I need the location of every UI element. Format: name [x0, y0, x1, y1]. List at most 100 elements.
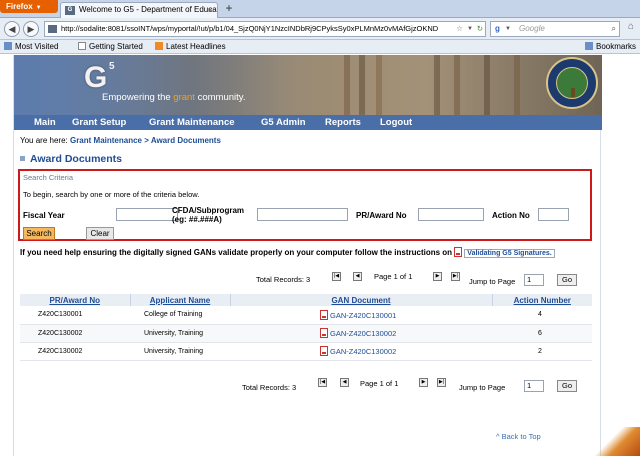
- fiscal-year-label: Fiscal Year: [23, 211, 65, 220]
- seal-inner: [556, 67, 588, 99]
- g5-favicon-icon: G: [65, 6, 75, 15]
- pr-award-input[interactable]: [418, 208, 484, 221]
- cfda-input[interactable]: [257, 208, 348, 221]
- gans-notice: If you need help ensuring the digitally …: [20, 247, 555, 258]
- firefox-menu-button[interactable]: Firefox ▼: [0, 0, 58, 13]
- search-button[interactable]: Search: [23, 227, 55, 240]
- pdf-icon: [320, 309, 328, 320]
- validating-signatures-link[interactable]: Validating G5 Signatures.: [464, 249, 555, 258]
- search-instructions: To begin, search by one or more of the c…: [23, 190, 200, 199]
- fiscal-year-input[interactable]: [116, 208, 178, 221]
- jump-page-input-bottom[interactable]: 1: [524, 380, 544, 392]
- menu-reports[interactable]: Reports: [325, 115, 361, 130]
- pr-award-label: PR/Award No: [356, 211, 407, 220]
- banner-overlay: [14, 55, 314, 115]
- menu-logout[interactable]: Logout: [380, 115, 412, 130]
- tagline-highlight: grant: [173, 92, 195, 103]
- gan-document-link[interactable]: GAN-Z420C130002: [330, 347, 396, 356]
- first-page-icon[interactable]: |◀: [332, 272, 341, 281]
- cell-pr-award: Z420C130001: [20, 306, 130, 325]
- banner-image: [376, 55, 382, 115]
- prev-page-icon[interactable]: ◀: [340, 378, 349, 387]
- home-button[interactable]: ⌂: [624, 21, 638, 37]
- total-records-top: Total Records: 3: [256, 275, 311, 284]
- close-tab-icon[interactable]: ×: [208, 3, 213, 17]
- cell-pr-award: Z420C130002: [20, 342, 130, 361]
- next-page-icon[interactable]: ▶: [419, 378, 428, 387]
- rss-icon: [155, 42, 163, 50]
- cell-action-number: 6: [492, 324, 592, 343]
- col-header-gan-document[interactable]: GAN Document: [230, 294, 493, 306]
- bookmarks-menu[interactable]: Bookmarks: [584, 40, 636, 53]
- cell-action-number: 2: [492, 342, 592, 361]
- url-history-dropdown-icon[interactable]: ▼: [467, 22, 473, 36]
- first-page-icon[interactable]: |◀: [318, 378, 327, 387]
- menu-grant-maintenance[interactable]: Grant Maintenance: [149, 115, 235, 130]
- jump-to-page-label-top: Jump to Page: [469, 277, 516, 286]
- cell-gan-document: GAN-Z420C130001: [230, 306, 492, 325]
- go-button-top[interactable]: Go: [557, 274, 577, 286]
- cell-pr-award: Z420C130002: [20, 324, 130, 343]
- search-icon[interactable]: ⌕: [612, 22, 616, 36]
- cfda-label-line1: CFDA/Subprogram: [172, 206, 244, 215]
- bookmarks-menu-label: Bookmarks: [595, 42, 636, 51]
- reload-icon[interactable]: ↻: [477, 22, 483, 36]
- main-menu: Main Grant Setup Grant Maintenance G5 Ad…: [14, 115, 602, 130]
- gan-document-link[interactable]: GAN-Z420C130001: [330, 311, 396, 320]
- last-page-icon[interactable]: ▶|: [437, 378, 446, 387]
- search-engine-dropdown-icon[interactable]: ▼: [505, 22, 511, 36]
- jump-to-page-label-bottom: Jump to Page: [459, 383, 506, 392]
- jump-page-input-top[interactable]: 1: [524, 274, 544, 286]
- site-identity-icon[interactable]: [48, 25, 57, 33]
- bookmark-most-visited[interactable]: Most Visited: [4, 40, 58, 53]
- back-button[interactable]: ◀: [4, 21, 20, 37]
- chevron-down-icon: ▼: [35, 5, 42, 11]
- bookmark-latest-headlines[interactable]: Latest Headlines: [155, 40, 226, 53]
- next-page-icon[interactable]: ▶: [433, 272, 442, 281]
- forward-button[interactable]: ▶: [23, 21, 39, 37]
- search-criteria-panel: Search Criteria To begin, search by one …: [18, 169, 592, 241]
- col-header-action-number[interactable]: Action Number: [492, 294, 592, 306]
- breadcrumb-prefix: You are here:: [20, 136, 70, 145]
- search-bar[interactable]: g ▼ Google ⌕: [490, 21, 620, 37]
- star-folder-icon: [4, 42, 12, 50]
- clear-button[interactable]: Clear: [86, 227, 114, 240]
- g5-logo-sup: 5: [109, 61, 115, 72]
- col-header-applicant[interactable]: Applicant Name: [130, 294, 231, 306]
- browser-tab[interactable]: G Welcome to G5 - Department of Educatio…: [60, 2, 218, 18]
- tab-title: Welcome to G5 - Department of Educatio..…: [79, 5, 218, 14]
- page-title-text: Award Documents: [30, 153, 122, 165]
- last-page-icon[interactable]: ▶|: [451, 272, 460, 281]
- breadcrumb-separator: >: [141, 136, 151, 145]
- bookmark-star-icon[interactable]: ☆: [456, 22, 463, 36]
- tagline-text: community.: [194, 92, 246, 103]
- address-bar[interactable]: http://sodalite:8081/ssoINT/wps/myportal…: [44, 21, 486, 37]
- menu-main[interactable]: Main: [34, 115, 56, 130]
- bookmark-getting-started[interactable]: Getting Started: [78, 40, 143, 53]
- go-button-bottom[interactable]: Go: [557, 380, 577, 392]
- breadcrumb-grant-maintenance[interactable]: Grant Maintenance: [70, 136, 142, 145]
- banner-image: [514, 55, 520, 115]
- browser-tab-bar: Firefox ▼ G Welcome to G5 - Department of…: [0, 0, 640, 18]
- seal-tree-icon: [571, 88, 575, 97]
- table-row: Z420C130002 University, Training GAN-Z42…: [20, 342, 592, 361]
- table-row: Z420C130002 University, Training GAN-Z42…: [20, 324, 592, 343]
- breadcrumb: You are here: Grant Maintenance > Award …: [20, 136, 221, 145]
- menu-g5-admin[interactable]: G5 Admin: [261, 115, 306, 130]
- prev-page-icon[interactable]: ◀: [353, 272, 362, 281]
- breadcrumb-award-documents[interactable]: Award Documents: [151, 136, 221, 145]
- banner-image: [484, 55, 490, 115]
- back-to-top-link[interactable]: ^ Back to Top: [496, 432, 541, 441]
- menu-grant-setup[interactable]: Grant Setup: [72, 115, 126, 130]
- new-tab-button[interactable]: +: [222, 2, 236, 16]
- gan-document-link[interactable]: GAN-Z420C130002: [330, 329, 396, 338]
- action-no-input[interactable]: [538, 208, 569, 221]
- col-header-pr-award[interactable]: PR/Award No: [20, 294, 131, 306]
- google-engine-icon[interactable]: g: [495, 22, 500, 36]
- search-placeholder: Google: [519, 24, 545, 33]
- bookmarks-toolbar: Most Visited Getting Started Latest Head…: [0, 40, 640, 54]
- page-icon: [78, 42, 86, 50]
- cfda-label-line2: (eg: ##.###A): [172, 215, 222, 224]
- tagline-text: Empowering the: [102, 92, 174, 103]
- g5-logo: G: [84, 61, 108, 94]
